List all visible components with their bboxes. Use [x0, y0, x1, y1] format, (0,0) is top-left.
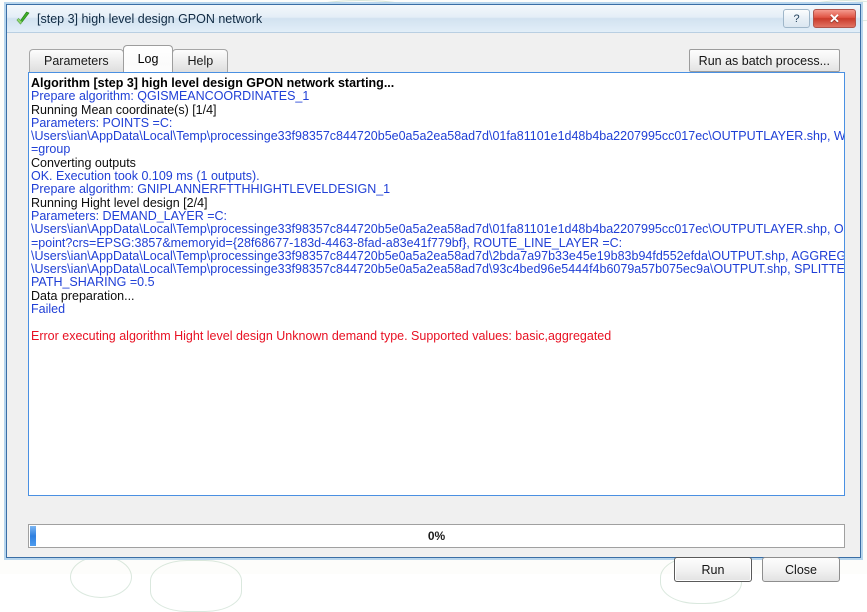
log-line: Data preparation... [31, 290, 844, 303]
log-line: \Users\ian\AppData\Local\Temp\processing… [31, 250, 844, 263]
green-check-icon [15, 11, 31, 27]
log-line: OK. Execution took 0.109 ms (1 outputs). [31, 170, 844, 183]
tab-help[interactable]: Help [172, 49, 228, 72]
title-bar: [step 3] high level design GPON network … [7, 5, 860, 33]
run-button[interactable]: Run [674, 557, 752, 582]
map-decoration [150, 560, 242, 612]
tab-strip: Parameters Log Help [29, 46, 227, 72]
footer-buttons: Run Close [674, 557, 840, 582]
tab-parameters[interactable]: Parameters [29, 49, 124, 72]
log-output-panel[interactable]: Algorithm [step 3] high level design GPO… [28, 72, 845, 496]
log-line: \Users\ian\AppData\Local\Temp\processing… [31, 223, 844, 236]
log-line: Prepare algorithm: GNIPLANNERFTTHHIGHTLE… [31, 183, 844, 196]
tab-log[interactable]: Log [123, 45, 174, 72]
window-title: [step 3] high level design GPON network [37, 12, 783, 26]
log-line: \Users\ian\AppData\Local\Temp\processing… [31, 263, 844, 276]
log-line: Prepare algorithm: QGISMEANCOORDINATES_1 [31, 90, 844, 103]
log-line: PATH_SHARING =0.5 [31, 276, 844, 289]
dialog-window: [step 3] high level design GPON network … [6, 4, 861, 558]
dialog-body: Parameters Log Help Run as batch process… [7, 33, 860, 557]
log-line: Converting outputs [31, 157, 844, 170]
close-button[interactable]: Close [762, 557, 840, 582]
progress-bar: 0% [28, 524, 845, 548]
log-line: Error executing algorithm Hight level de… [31, 330, 844, 343]
log-line: =point?crs=EPSG:3857&memoryid={28f68677-… [31, 237, 844, 250]
log-line [31, 316, 844, 329]
log-line: =group [31, 143, 844, 156]
log-lines: Algorithm [step 3] high level design GPO… [31, 77, 844, 343]
log-line: Failed [31, 303, 844, 316]
progress-bar-label: 0% [29, 525, 844, 547]
log-line: Parameters: DEMAND_LAYER =C: [31, 210, 844, 223]
help-button[interactable]: ? [783, 9, 810, 28]
log-line: Algorithm [step 3] high level design GPO… [31, 77, 844, 90]
close-window-button[interactable]: ✕ [813, 9, 856, 28]
log-line: Running Hight level design [2/4] [31, 197, 844, 210]
log-line: Running Mean coordinate(s) [1/4] [31, 104, 844, 117]
log-line: Parameters: POINTS =C: [31, 117, 844, 130]
run-as-batch-process-button[interactable]: Run as batch process... [689, 49, 840, 72]
map-decoration [70, 556, 132, 598]
log-line: \Users\ian\AppData\Local\Temp\processing… [31, 130, 844, 143]
caption-buttons: ? ✕ [783, 9, 856, 28]
